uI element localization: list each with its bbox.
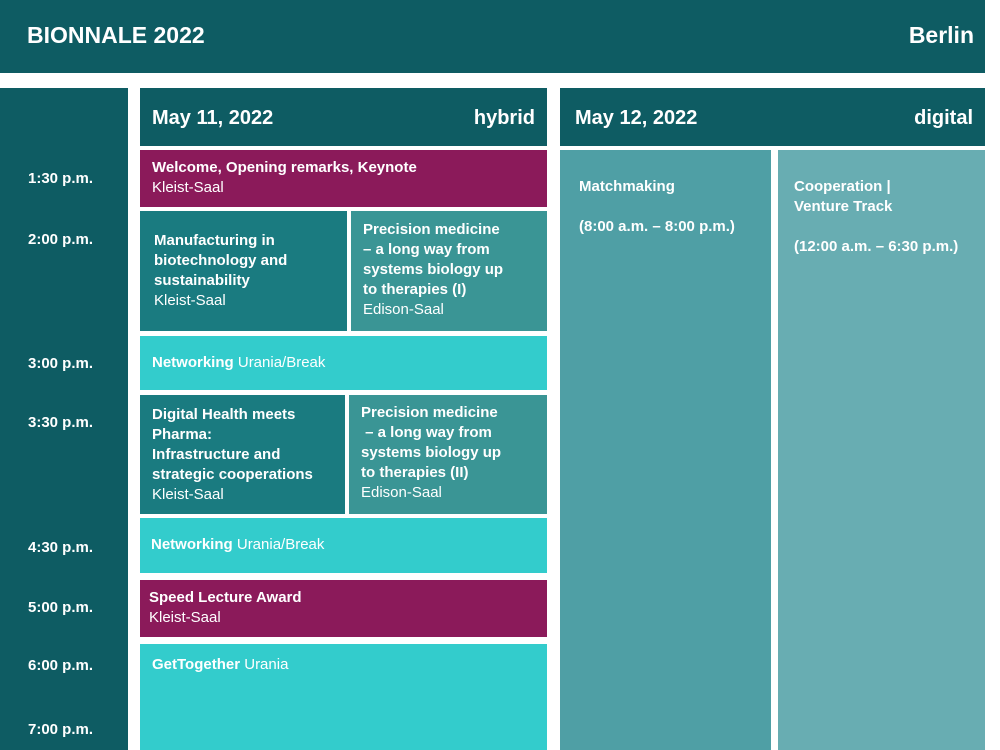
session-gettogether[interactable]: GetTogether Urania [140, 644, 547, 750]
session-matchmaking[interactable]: Matchmaking (8:00 a.m. – 8:00 p.m.) [560, 150, 771, 750]
day1-mode: hybrid [473, 107, 535, 129]
day2-date: May 12, 2022 [575, 107, 698, 129]
session-title-line: systems biology up [363, 261, 504, 278]
time-label: 7:00 p.m. [27, 721, 94, 738]
time-label: 3:00 p.m. [27, 355, 94, 372]
session-room: Kleist-Saal [152, 486, 224, 503]
session-cooperation-venture[interactable]: Cooperation | Venture Track (12:00 a.m. … [778, 150, 985, 750]
session-title-line: biotechnology and [154, 252, 288, 269]
session-speed-lecture[interactable]: Speed Lecture Award Kleist-Saal [140, 580, 547, 637]
session-welcome[interactable]: Welcome, Opening remarks, Keynote Kleist… [140, 150, 547, 207]
session-title-line: – a long way from [361, 424, 492, 441]
session-title: Networking [151, 536, 233, 553]
session-networking-2[interactable]: Networking Urania/Break [140, 518, 547, 573]
session-title: Speed Lecture Award [149, 589, 302, 606]
session-networking-1[interactable]: Networking Urania/Break [140, 336, 547, 390]
day2-mode: digital [914, 107, 973, 129]
session-title-line: Manufacturing in [154, 232, 275, 249]
session-title-line: sustainability [154, 272, 250, 289]
session-place: Urania/Break [237, 354, 326, 371]
session-title-line: Precision medicine [363, 221, 500, 238]
session-title-line: to therapies (I) [363, 281, 467, 298]
session-manufacturing[interactable]: Manufacturing in biotechnology and susta… [140, 211, 347, 331]
session-title-line: strategic cooperations [152, 466, 313, 483]
session-title-line: Pharma: [152, 426, 213, 443]
time-label: 2:00 p.m. [27, 231, 94, 248]
day1-date: May 11, 2022 [152, 107, 274, 129]
session-hours: (12:00 a.m. – 6:30 p.m.) [794, 238, 959, 255]
session-room: Kleist-Saal [152, 179, 224, 196]
session-room: Kleist-Saal [149, 609, 221, 626]
session-precision-medicine-2[interactable]: Precision medicine – a long way from sys… [349, 395, 547, 514]
session-digital-health[interactable]: Digital Health meets Pharma: Infrastruct… [140, 395, 345, 514]
time-column: 1:30 p.m. 2:00 p.m. 3:00 p.m. 3:30 p.m. … [0, 88, 128, 750]
session-title-line: Digital Health meets [152, 406, 296, 423]
session-room: Kleist-Saal [154, 292, 226, 309]
day1-header: May 11, 2022 hybrid [140, 88, 547, 146]
time-label: 4:30 p.m. [27, 539, 94, 556]
session-place: Urania [244, 656, 289, 673]
session-room: Edison-Saal [361, 484, 442, 501]
session-hours: (8:00 a.m. – 8:00 p.m.) [579, 218, 735, 235]
time-label: 6:00 p.m. [27, 657, 94, 674]
event-title: BIONNALE 2022 [27, 22, 205, 48]
session-room: Edison-Saal [363, 301, 444, 318]
day2-header: May 12, 2022 digital [560, 88, 985, 146]
session-title: Networking [152, 354, 234, 371]
event-city: Berlin [908, 22, 974, 48]
session-title-line: Precision medicine [361, 404, 498, 421]
session-title: Welcome, Opening remarks, Keynote [152, 159, 417, 176]
session-title-line: systems biology up [361, 444, 502, 461]
time-label: 5:00 p.m. [27, 599, 94, 616]
session-title: GetTogether [152, 656, 241, 673]
session-title-line: Cooperation | [794, 178, 891, 195]
header-bar: BIONNALE 2022 Berlin [0, 0, 985, 73]
time-label: 3:30 p.m. [27, 414, 94, 431]
session-title-line: Venture Track [794, 198, 893, 215]
time-label: 1:30 p.m. [27, 170, 94, 187]
session-place: Urania/Break [236, 536, 325, 553]
session-title-line: to therapies (II) [361, 464, 469, 481]
session-title: Matchmaking [579, 178, 675, 195]
session-title-line: – a long way from [363, 241, 490, 258]
session-precision-medicine-1[interactable]: Precision medicine – a long way from sys… [351, 211, 547, 331]
session-title-line: Infrastructure and [152, 446, 281, 463]
